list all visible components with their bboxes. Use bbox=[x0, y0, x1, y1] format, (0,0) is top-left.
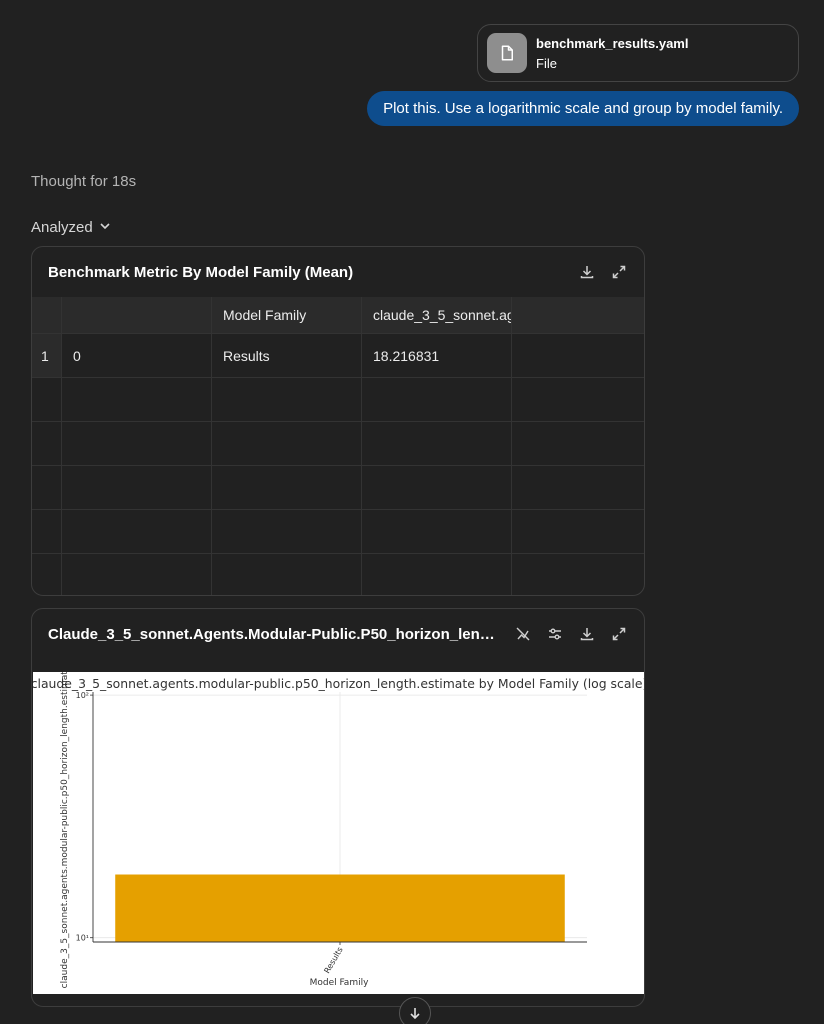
analyzed-label: Analyzed bbox=[31, 219, 93, 236]
table-cell[interactable]: Results bbox=[212, 334, 362, 377]
chart-panel-title: Claude_3_5_sonnet.Agents.Modular-Public.… bbox=[48, 625, 500, 643]
empty-row bbox=[32, 510, 644, 554]
table-cell bbox=[512, 334, 644, 377]
scroll-to-bottom-button[interactable] bbox=[399, 997, 431, 1024]
bar bbox=[115, 874, 565, 942]
sliders-icon[interactable] bbox=[546, 625, 564, 643]
chart-panel: Claude_3_5_sonnet.Agents.Modular-Public.… bbox=[31, 608, 645, 1007]
document-icon bbox=[487, 33, 527, 73]
attachment-type: File bbox=[536, 55, 557, 71]
interactive-chart-off-icon[interactable] bbox=[514, 625, 532, 643]
chart-image: claude_3_5_sonnet.agents.modular-public.… bbox=[32, 665, 645, 994]
table-panel: Benchmark Metric By Model Family (Mean) … bbox=[31, 246, 645, 596]
empty-row bbox=[32, 554, 644, 595]
expand-icon[interactable] bbox=[610, 263, 628, 281]
empty-row bbox=[32, 378, 644, 422]
column-header[interactable] bbox=[62, 297, 212, 333]
attachment-name: benchmark_results.yaml bbox=[536, 35, 689, 51]
thought-duration[interactable]: Thought for 18s bbox=[31, 173, 136, 190]
expand-icon[interactable] bbox=[610, 625, 628, 643]
empty-row bbox=[32, 422, 644, 466]
x-axis-label: Model Family bbox=[310, 978, 370, 988]
analyzed-toggle[interactable]: Analyzed bbox=[31, 219, 111, 236]
arrow-down-icon bbox=[410, 1008, 420, 1020]
user-message: Plot this. Use a logarithmic scale and g… bbox=[367, 91, 799, 126]
download-icon[interactable] bbox=[578, 263, 596, 281]
table-cell[interactable]: 0 bbox=[62, 334, 212, 377]
y-tick-label: 10² bbox=[76, 691, 89, 700]
column-header bbox=[32, 297, 62, 333]
table-row: 1 0 Results 18.216831 bbox=[32, 334, 644, 378]
column-header bbox=[512, 297, 644, 333]
row-number: 1 bbox=[32, 334, 62, 377]
table-header-row: Model Family claude_3_5_sonnet.ag bbox=[32, 297, 644, 334]
chevron-down-icon bbox=[99, 219, 111, 236]
y-tick-label: 10¹ bbox=[76, 934, 89, 943]
y-axis-label: claude_3_5_sonnet.agents.modular-public.… bbox=[60, 672, 70, 988]
attachment-card[interactable]: benchmark_results.yaml File bbox=[477, 24, 799, 82]
column-header-model-family[interactable]: Model Family bbox=[212, 297, 362, 333]
data-table: Model Family claude_3_5_sonnet.ag 1 0 Re… bbox=[32, 297, 644, 595]
empty-row bbox=[32, 466, 644, 510]
table-cell[interactable]: 18.216831 bbox=[362, 334, 512, 377]
table-title: Benchmark Metric By Model Family (Mean) bbox=[48, 263, 354, 281]
bar-chart: claude_3_5_sonnet.agents.modular-public.… bbox=[32, 665, 645, 988]
download-icon[interactable] bbox=[578, 625, 596, 643]
x-tick-label: Results bbox=[322, 946, 344, 976]
column-header-metric[interactable]: claude_3_5_sonnet.ag bbox=[362, 297, 512, 333]
chart-title: claude_3_5_sonnet.agents.modular-public.… bbox=[33, 676, 645, 691]
